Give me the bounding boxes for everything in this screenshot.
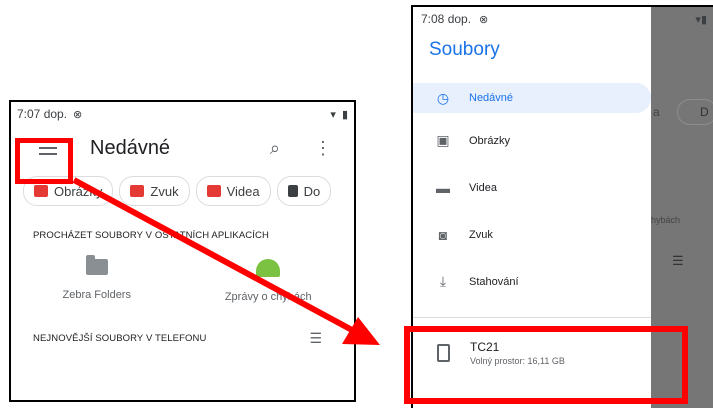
arrow-annotation [72, 177, 380, 345]
arrow-line [72, 177, 354, 333]
